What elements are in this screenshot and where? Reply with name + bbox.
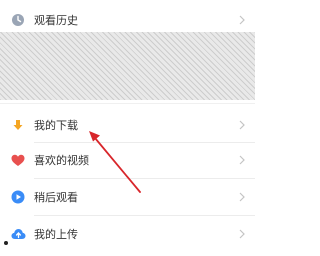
menu-list: 观看历史 我的下载 喜欢的视频 稍后观看 我的上传 [0,0,255,256]
annotation-arrow [89,131,141,193]
